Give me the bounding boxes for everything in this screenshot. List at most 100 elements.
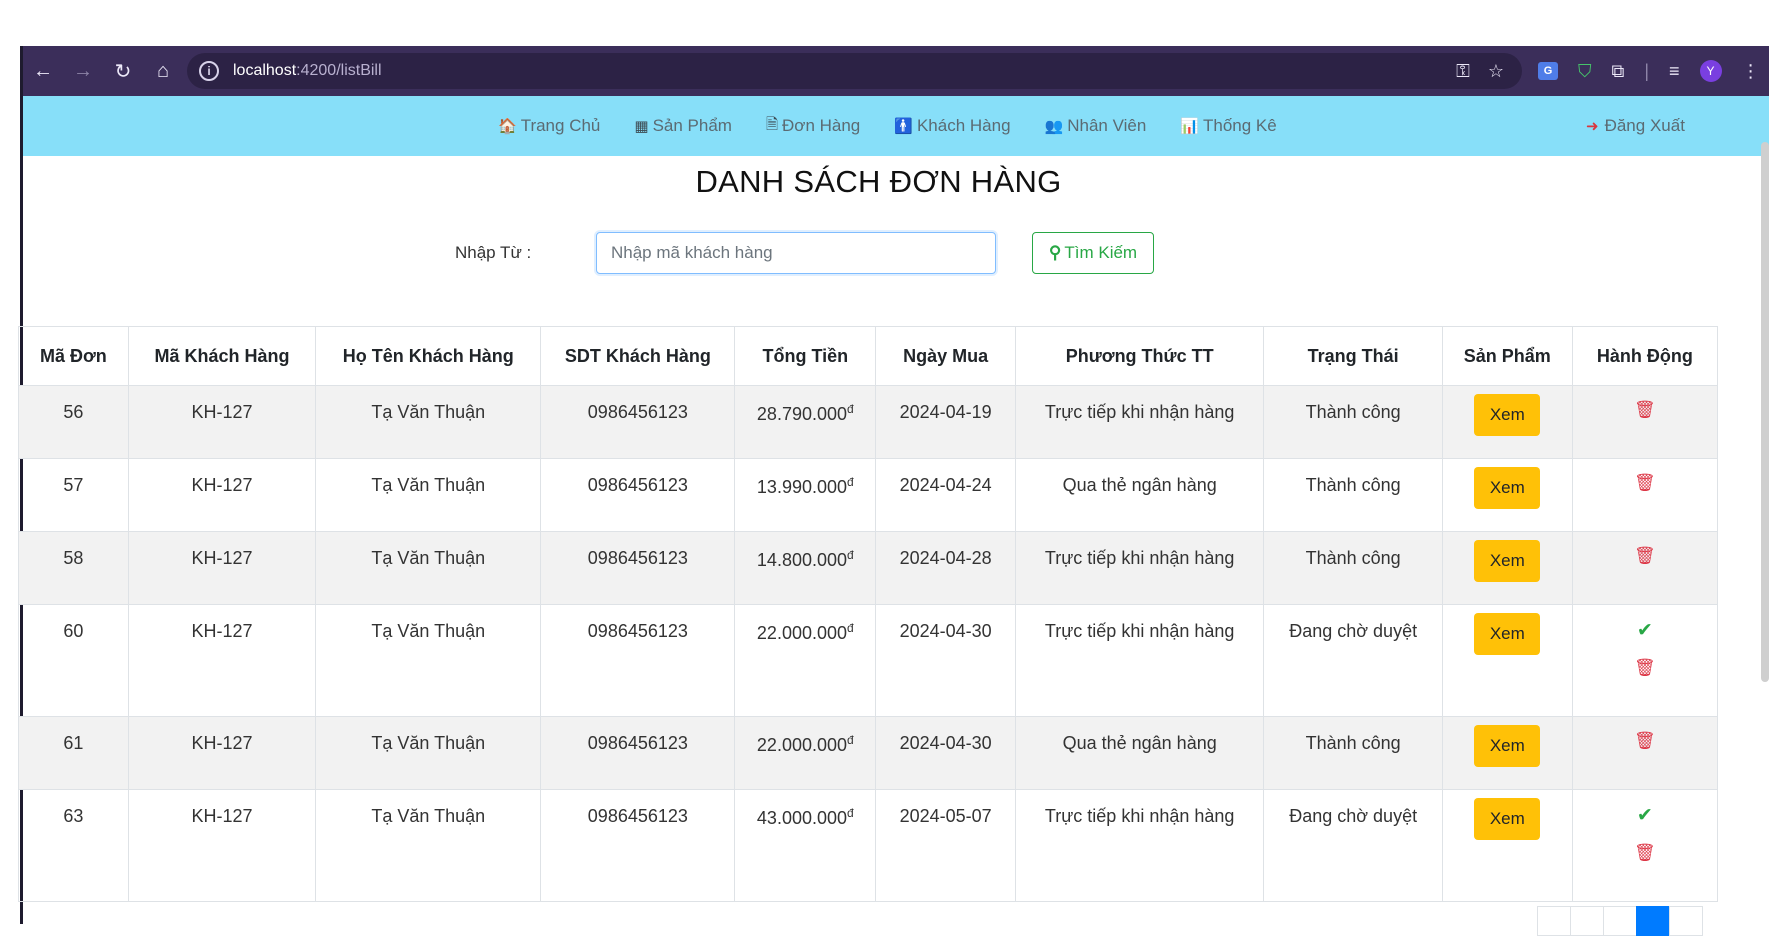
status-cell: Thành công (1263, 458, 1443, 532)
nav-link-label: Đơn Hàng (782, 116, 861, 135)
nav-link-2[interactable]: 🗎 Đơn Hàng (766, 114, 860, 139)
actions-cell: 🗑 (1571, 385, 1719, 459)
total-amount: 13.990.000 (756, 477, 848, 497)
view-products-button[interactable]: Xem (1474, 540, 1541, 582)
delete-trash-icon[interactable]: 🗑 (1634, 546, 1656, 566)
customer-code-cell: KH-127 (127, 604, 317, 717)
reading-list-icon[interactable]: ≡ (1669, 61, 1680, 82)
vertical-scrollbar[interactable] (1761, 142, 1769, 682)
order-id-cell: 60 (18, 604, 129, 717)
bills-table: Mã Đơn Mã Khách Hàng Họ Tên Khách Hàng SDT … (18, 326, 1719, 902)
table-row: 57 KH-127 Tạ Văn Thuận 0986456123 13.990.000… (18, 458, 1719, 532)
nav-link-label: Nhân Viên (1067, 116, 1147, 135)
currency-symbol: đ (847, 548, 854, 562)
total-amount: 14.800.000 (756, 550, 848, 570)
sign-out-icon: ➜ (1586, 118, 1599, 135)
view-products-button[interactable]: Xem (1474, 394, 1541, 436)
nav-link-label: Khách Hàng (916, 116, 1011, 135)
purchase-date-cell: 2024-04-28 (875, 531, 1016, 605)
actions-cell: ✔ 🗑 (1571, 789, 1719, 902)
total-cell: 13.990.000đ (734, 458, 877, 532)
table-header-row: Mã Đơn Mã Khách Hàng Họ Tên Khách Hàng SDT … (18, 326, 1719, 386)
page-button[interactable] (1570, 906, 1604, 936)
payment-method-cell: Trực tiếp khi nhận hàng (1014, 531, 1265, 605)
nav-link-5[interactable]: 📊 Thống Kê (1180, 114, 1276, 139)
shield-icon[interactable]: ⛉ (1578, 61, 1592, 82)
purchase-date-cell: 2024-05-07 (875, 789, 1016, 902)
site-info-icon[interactable]: i (199, 61, 219, 81)
male-icon: 🚹 (894, 118, 913, 135)
order-id-cell: 56 (18, 385, 129, 459)
table-row: 60 KH-127 Tạ Văn Thuận 0986456123 22.000.000… (18, 604, 1719, 717)
nav-link-1[interactable]: ▦ Sản Phẩm (634, 114, 732, 139)
search-input[interactable] (596, 232, 996, 274)
browser-toolbar: ← → ↻ ⌂ i localhost:4200/listBill ⚿ ☆ G … (23, 46, 1769, 96)
approve-check-icon[interactable]: ✔ (1637, 619, 1653, 642)
url-text[interactable]: localhost:4200/listBill (233, 62, 382, 80)
total-cell: 22.000.000đ (734, 604, 877, 717)
status-cell: Đang chờ duyệt (1263, 604, 1443, 717)
view-products-button[interactable]: Xem (1474, 613, 1541, 655)
products-cell: Xem (1441, 604, 1573, 717)
profile-icon[interactable]: Y (1699, 60, 1722, 82)
key-icon[interactable]: ⚿ (1456, 61, 1470, 82)
search-button[interactable]: ⚲ Tìm Kiếm (1032, 232, 1154, 274)
delete-trash-icon[interactable]: 🗑 (1634, 658, 1656, 678)
currency-symbol: đ (847, 475, 854, 489)
forward-icon[interactable]: → (63, 51, 103, 91)
products-cell: Xem (1441, 531, 1573, 605)
customer-phone-cell: 0986456123 (540, 789, 736, 902)
payment-method-cell: Trực tiếp khi nhận hàng (1014, 789, 1265, 902)
payment-method-cell: Trực tiếp khi nhận hàng (1014, 604, 1265, 717)
page-prev-button[interactable] (1537, 906, 1571, 936)
star-icon[interactable]: ☆ (1488, 61, 1504, 82)
main-navbar: 🏠 Trang Chủ ▦ Sản Phẩm 🗎 Đơn Hàng 🚹 Khách Hàng 👥… (23, 96, 1769, 156)
delete-trash-icon[interactable]: 🗑 (1634, 731, 1656, 751)
order-id-cell: 57 (18, 458, 129, 532)
delete-trash-icon[interactable]: 🗑 (1634, 400, 1656, 420)
page-next-button[interactable] (1669, 906, 1703, 936)
back-icon[interactable]: ← (23, 51, 63, 91)
table-row: 56 KH-127 Tạ Văn Thuận 0986456123 28.790.000… (18, 385, 1719, 459)
purchase-date-cell: 2024-04-30 (875, 604, 1016, 717)
customer-code-cell: KH-127 (127, 716, 317, 790)
extensions-icon[interactable]: ⧉ (1612, 61, 1625, 82)
total-amount: 43.000.000 (756, 808, 848, 828)
customer-code-cell: KH-127 (127, 531, 317, 605)
payment-method-cell: Qua thẻ ngân hàng (1014, 716, 1265, 790)
nav-link-0[interactable]: 🏠 Trang Chủ (498, 114, 600, 139)
delete-trash-icon[interactable]: 🗑 (1634, 473, 1656, 493)
delete-trash-icon[interactable]: 🗑 (1634, 843, 1656, 863)
nav-link-3[interactable]: 🚹 Khách Hàng (894, 114, 1010, 139)
view-products-button[interactable]: Xem (1474, 798, 1541, 840)
products-cell: Xem (1441, 716, 1573, 790)
nav-link-label: Thống Kê (1203, 116, 1277, 135)
page-button[interactable] (1603, 906, 1637, 936)
page-button-active[interactable] (1636, 906, 1670, 936)
total-amount: 22.000.000 (756, 735, 848, 755)
customer-name-cell: Tạ Văn Thuận (315, 458, 542, 532)
logout-link[interactable]: ➜ Đăng Xuất (1586, 116, 1685, 136)
home-icon[interactable]: ⌂ (143, 51, 183, 91)
payment-method-cell: Trực tiếp khi nhận hàng (1014, 385, 1265, 459)
customer-phone-cell: 0986456123 (540, 385, 736, 459)
customer-code-cell: KH-127 (127, 789, 317, 902)
view-products-button[interactable]: Xem (1474, 467, 1541, 509)
page-title: DANH SÁCH ĐƠN HÀNG (695, 164, 1062, 199)
table-row: 61 KH-127 Tạ Văn Thuận 0986456123 22.000.000… (18, 716, 1719, 790)
actions-cell: 🗑 (1571, 531, 1719, 605)
view-products-button[interactable]: Xem (1474, 725, 1541, 767)
file-icon: 🗎 (765, 115, 779, 133)
order-id-cell: 58 (18, 531, 129, 605)
address-bar[interactable]: i localhost:4200/listBill ⚿ ☆ (187, 53, 1522, 89)
total-cell: 43.000.000đ (734, 789, 877, 902)
nav-link-4[interactable]: 👥 Nhân Viên (1045, 114, 1147, 139)
reload-icon[interactable]: ↻ (103, 51, 143, 91)
menu-icon[interactable]: ⋮ (1742, 61, 1760, 82)
customer-phone-cell: 0986456123 (540, 716, 736, 790)
approve-check-icon[interactable]: ✔ (1637, 804, 1653, 827)
customer-name-cell: Tạ Văn Thuận (315, 716, 542, 790)
translate-icon[interactable]: G (1538, 62, 1558, 80)
purchase-date-cell: 2024-04-30 (875, 716, 1016, 790)
products-cell: Xem (1441, 385, 1573, 459)
